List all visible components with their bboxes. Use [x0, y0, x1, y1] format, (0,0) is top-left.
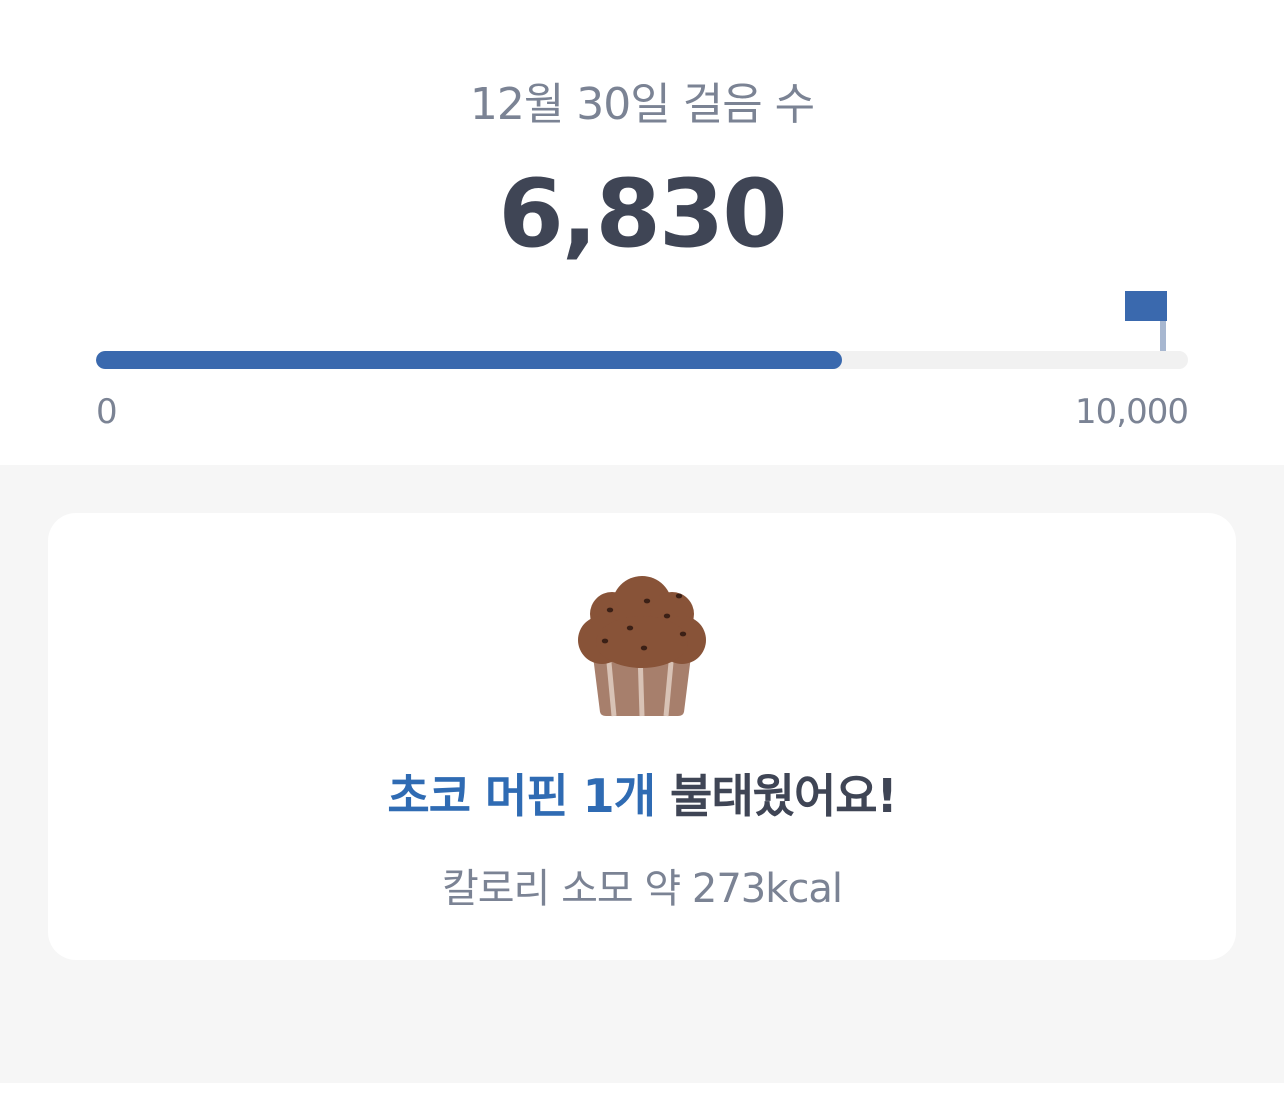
burned-food-highlight: 초코 머핀 1개 [387, 769, 656, 823]
muffin-icon [578, 576, 706, 717]
date-label: 12월 30일 걸음 수 [469, 79, 815, 130]
step-count: 6,830 [498, 160, 787, 269]
calorie-consumption-text: 칼로리 소모 약 273kcal [441, 866, 843, 912]
step-progress-bar [96, 351, 1188, 369]
flag-icon [1125, 291, 1169, 353]
burn-message: 초코 머핀 1개 불태웠어요! [0, 760, 1284, 826]
step-progress-fill [96, 351, 842, 369]
step-summary-section: 12월 30일 걸음 수 6,830 0 10,000 [0, 0, 1284, 465]
progress-min-label: 0 [96, 392, 118, 432]
burn-message-suffix: 불태웠어요! [655, 769, 898, 823]
progress-max-label: 10,000 [1075, 392, 1189, 432]
